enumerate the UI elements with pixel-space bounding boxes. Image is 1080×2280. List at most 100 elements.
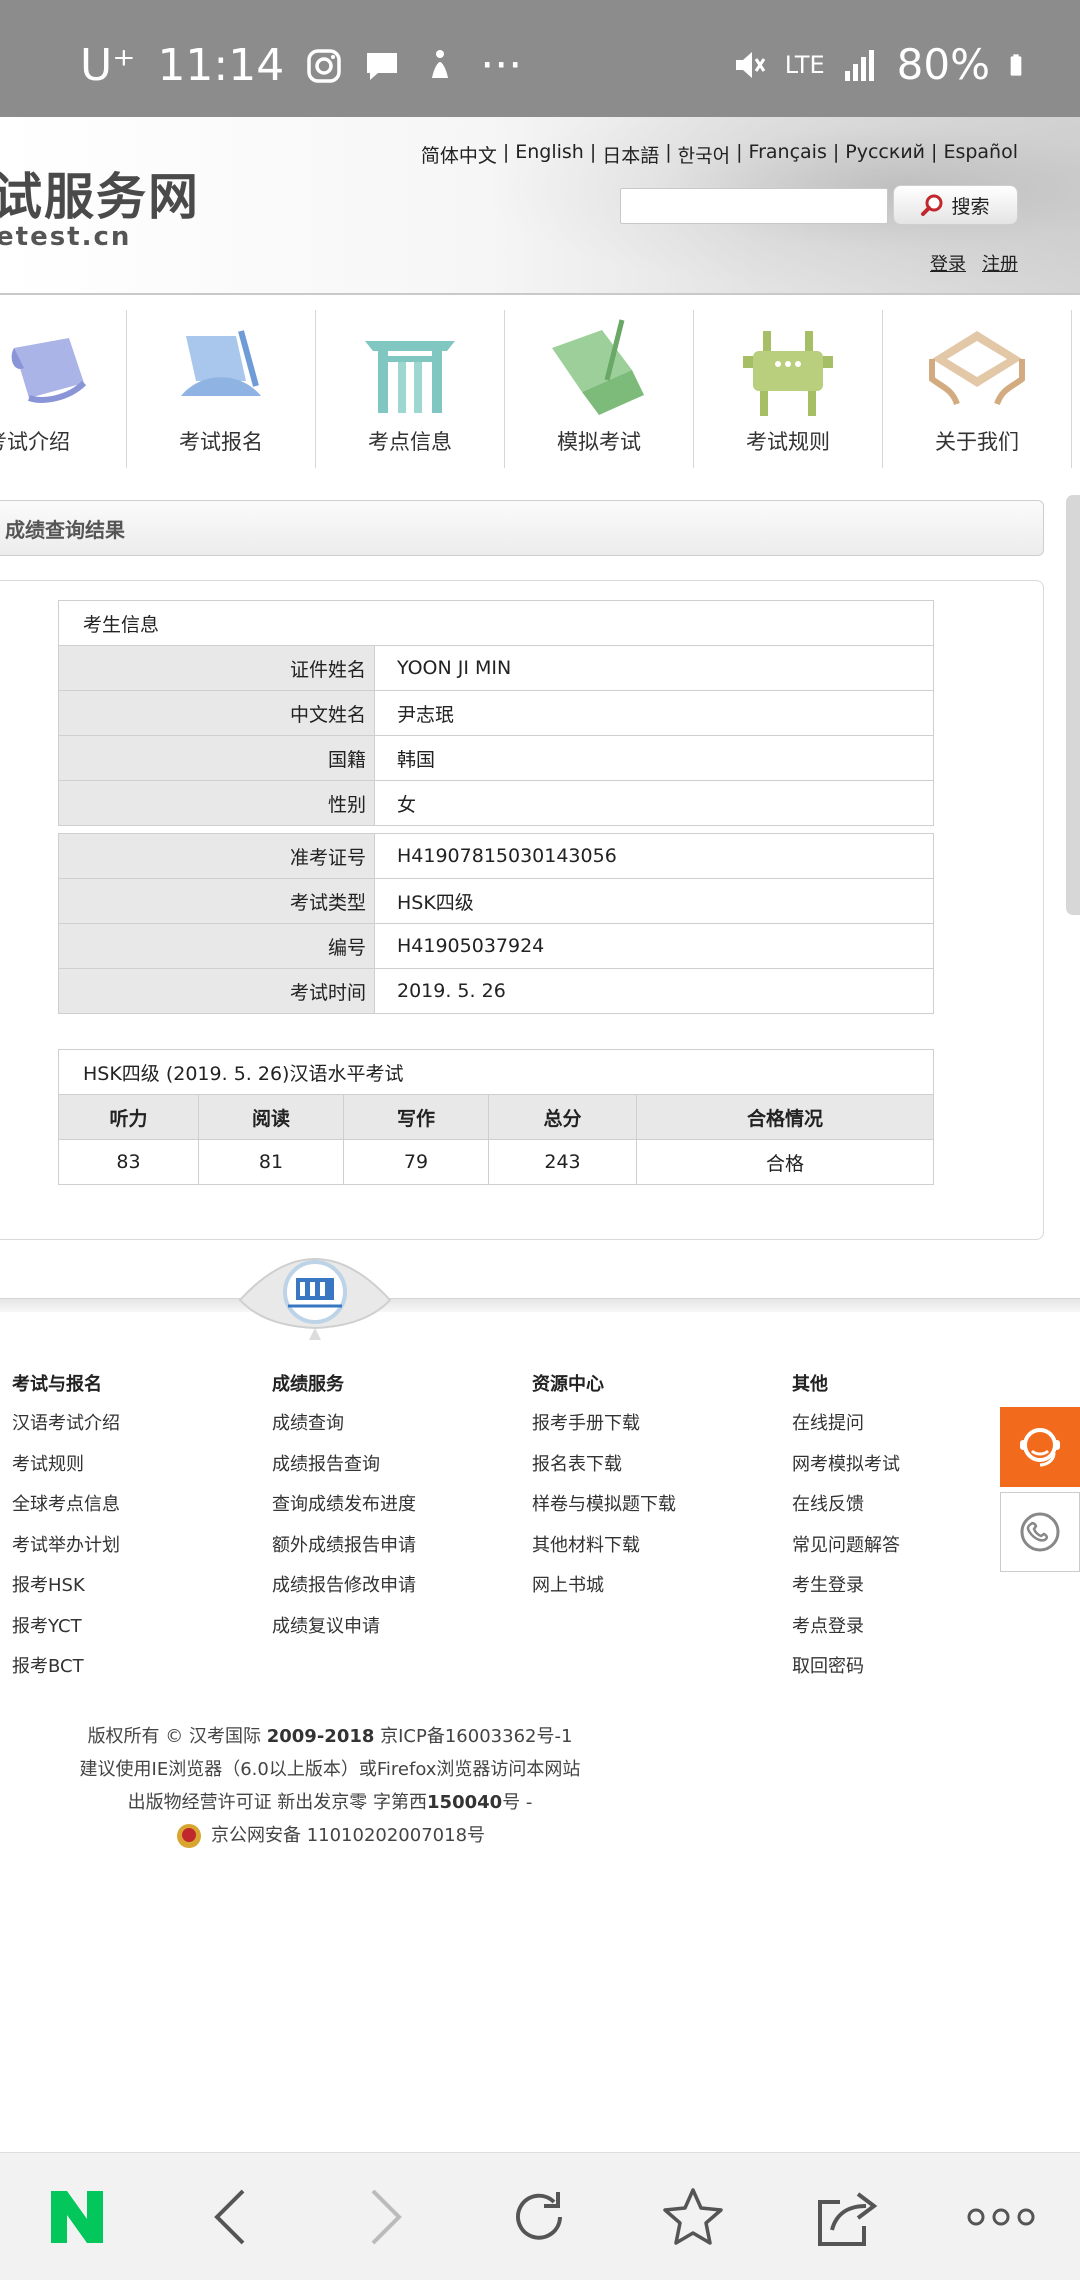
mute-icon — [735, 51, 765, 78]
lang-english[interactable]: English — [515, 141, 584, 168]
table-row: 考试时间 2019. 5. 26 — [58, 968, 934, 1014]
nav-item-mock-exam[interactable]: 模拟考试 — [505, 310, 694, 468]
field-value: 2019. 5. 26 — [374, 968, 934, 1014]
police-record-link[interactable]: 京公网安备 11010202007018号 — [211, 1819, 485, 1852]
footer-link[interactable]: 报考HSK — [12, 1574, 272, 1615]
reload-button[interactable] — [462, 2153, 616, 2280]
field-value: HSK四级 — [374, 878, 934, 924]
ding-icon — [743, 331, 833, 416]
lang-simplified-chinese[interactable]: 简体中文 — [421, 141, 497, 168]
column-header: 写作 — [343, 1094, 489, 1140]
publish-number: 150040 — [427, 1792, 503, 1813]
field-value: 尹志珉 — [374, 690, 934, 736]
lang-russian[interactable]: Русский — [845, 141, 925, 168]
search-button-label: 搜索 — [951, 195, 990, 218]
nav-label: 考点信息 — [368, 430, 452, 454]
nav-item-test-centers[interactable]: 考点信息 — [316, 310, 505, 468]
field-label: 性别 — [58, 780, 375, 826]
table-icon — [929, 331, 1025, 406]
candidate-info-header: 考生信息 — [58, 600, 934, 646]
nav-item-exam-rules[interactable]: 考试规则 — [694, 310, 883, 468]
forward-button[interactable] — [308, 2153, 462, 2280]
bookmark-button[interactable] — [616, 2153, 770, 2280]
table-row: 性别女 — [58, 780, 934, 826]
copyright-prefix: 版权所有 © 汉考国际 — [87, 1726, 267, 1747]
field-value: H41907815030143056 — [374, 833, 934, 879]
footer-link[interactable]: 额外成绩报告申请 — [272, 1534, 532, 1575]
naver-home-button[interactable] — [0, 2153, 154, 2280]
naver-logo-icon — [51, 2190, 103, 2243]
footer-links: 考试与报名 汉语考试介绍 考试规则 全球考点信息 考试举办计划 报考HSK 报考… — [12, 1370, 1052, 1696]
separator: | — [832, 141, 840, 163]
more-dots-icon — [967, 2208, 1035, 2225]
footer-link[interactable]: 考点登录 — [792, 1615, 1052, 1656]
nav-item-about-us[interactable]: 关于我们 — [883, 310, 1072, 468]
field-value: YOON JI MIN — [374, 645, 934, 691]
page-scrollbar[interactable] — [1066, 495, 1080, 915]
footer-link[interactable]: 网上书城 — [532, 1574, 792, 1615]
footer-link[interactable]: 考试规则 — [12, 1453, 272, 1494]
publish-prefix: 出版物经营许可证 新出发京零 字第西 — [127, 1792, 428, 1813]
footer-link[interactable]: 成绩报告修改申请 — [272, 1574, 532, 1615]
callback-button[interactable] — [1000, 1492, 1080, 1572]
lang-french[interactable]: Français — [749, 141, 827, 168]
table-row: HSK四级 (2019. 5. 26)汉语水平考试 — [58, 1049, 934, 1095]
nav-item-exam-intro[interactable]: 考试介绍 — [0, 310, 127, 468]
search-input[interactable] — [620, 188, 888, 224]
share-button[interactable] — [770, 2153, 924, 2280]
search-icon — [921, 194, 943, 216]
register-link[interactable]: 注册 — [982, 250, 1018, 276]
lang-spanish[interactable]: Español — [943, 141, 1018, 168]
table-row: 考生信息 — [58, 600, 934, 646]
scroll-icon — [11, 338, 87, 403]
footer-link[interactable]: 成绩复议申请 — [272, 1615, 532, 1656]
status-bar-right: LTE 80% — [731, 40, 1032, 89]
star-icon — [663, 2187, 723, 2245]
listening-score: 83 — [58, 1139, 199, 1185]
footer-divider — [0, 1298, 1080, 1312]
footer-link[interactable]: 报名表下载 — [532, 1453, 792, 1494]
footer-link[interactable]: 考生登录 — [792, 1574, 1052, 1615]
footer-link[interactable]: 成绩查询 — [272, 1412, 532, 1453]
site-header: 试服务网 etest.cn 简体中文 | English | 日本語 | 한국어 | F… — [0, 117, 1080, 295]
carrier-label: U⁺ — [80, 40, 136, 91]
customer-service-button[interactable] — [1000, 1407, 1080, 1487]
field-label: 中文姓名 — [58, 690, 375, 736]
phone-callback-icon — [1020, 1512, 1060, 1552]
field-label: 编号 — [58, 923, 375, 969]
lang-korean[interactable]: 한국어 — [678, 141, 730, 168]
column-header: 听力 — [58, 1094, 199, 1140]
footer-link[interactable]: 查询成绩发布进度 — [272, 1493, 532, 1534]
footer-link[interactable]: 报考YCT — [12, 1615, 272, 1656]
search-button[interactable]: 搜索 — [893, 185, 1018, 225]
site-domain: etest.cn — [0, 222, 132, 252]
footer-link[interactable]: 成绩报告查询 — [272, 1453, 532, 1494]
clock: 11:14 — [157, 40, 285, 91]
exam-info-table: 准考证号 H41907815030143056 考试类型 HSK四级 编号 H4190… — [58, 833, 934, 1014]
more-menu-button[interactable] — [924, 2153, 1078, 2280]
footer-link[interactable]: 全球考点信息 — [12, 1493, 272, 1534]
status-bar: U⁺ 11:14 ··· LTE 80% — [0, 0, 1080, 117]
site-logo-title[interactable]: 试服务网 — [0, 157, 200, 229]
nav-item-registration[interactable]: 考试报名 — [127, 310, 316, 468]
footer-link[interactable]: 样卷与模拟题下载 — [532, 1493, 792, 1534]
footer-column-exam: 考试与报名 汉语考试介绍 考试规则 全球考点信息 考试举办计划 报考HSK 报考… — [12, 1370, 272, 1696]
login-link[interactable]: 登录 — [930, 250, 966, 276]
back-button[interactable] — [154, 2153, 308, 2280]
police-badge-icon — [176, 1823, 201, 1848]
lang-japanese[interactable]: 日本語 — [602, 141, 659, 168]
footer-link[interactable]: 其他材料下载 — [532, 1534, 792, 1575]
footer-link[interactable]: 取回密码 — [792, 1655, 1052, 1696]
battery-percent: 80% — [896, 40, 990, 89]
hanban-emblem-icon — [238, 1258, 392, 1340]
field-label: 国籍 — [58, 735, 375, 781]
footer-column-title: 成绩服务 — [272, 1374, 344, 1395]
police-record: 京公网安备 11010202007018号 — [0, 1819, 660, 1852]
footer-link[interactable]: 考试举办计划 — [12, 1534, 272, 1575]
footer-link[interactable]: 汉语考试介绍 — [12, 1412, 272, 1453]
footer-link[interactable]: 报考手册下载 — [532, 1412, 792, 1453]
footer-link[interactable]: 报考BCT — [12, 1655, 272, 1696]
footer-column-title: 考试与报名 — [12, 1374, 102, 1395]
share-icon — [818, 2191, 878, 2246]
nav-label: 模拟考试 — [557, 430, 641, 454]
